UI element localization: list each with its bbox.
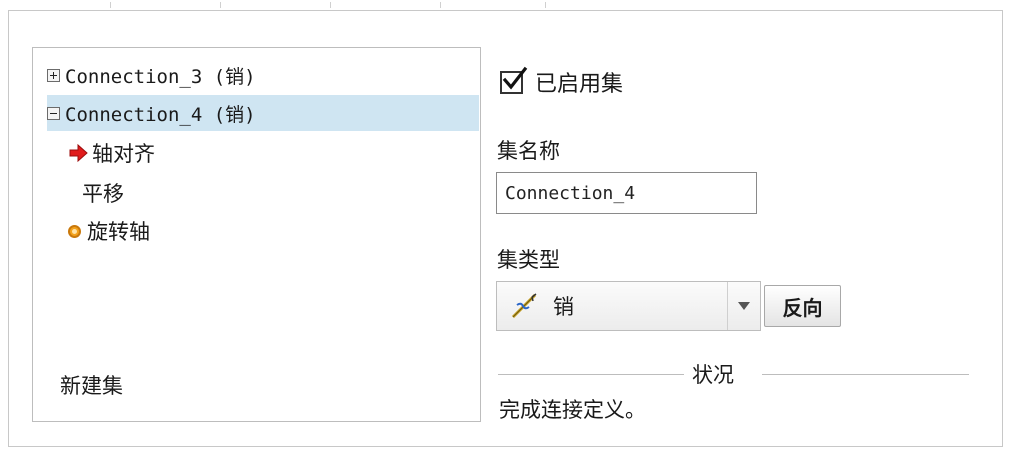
tree-child-translation[interactable]: 平移 bbox=[82, 175, 124, 211]
red-arrow-icon bbox=[69, 143, 88, 163]
status-divider-left bbox=[498, 374, 684, 375]
top-ruler bbox=[0, 0, 1026, 10]
set-type-dropdown[interactable]: 销 bbox=[496, 281, 761, 331]
tree-item-connection-4[interactable]: Connection_4 (销) bbox=[47, 95, 479, 131]
set-enabled-checkbox[interactable] bbox=[500, 66, 528, 94]
connection-set-tree[interactable]: Connection_3 (销) Connection_4 (销) 轴对齐 平移… bbox=[32, 47, 481, 422]
orange-dot-icon bbox=[68, 224, 81, 238]
expand-plus-icon[interactable] bbox=[47, 68, 60, 82]
set-name-label: 集名称 bbox=[497, 139, 560, 163]
tree-child-axis-align[interactable]: 轴对齐 bbox=[68, 135, 155, 171]
tree-child-label: 轴对齐 bbox=[92, 142, 155, 166]
status-title: 状况 bbox=[688, 359, 738, 389]
tree-item-label: Connection_3 (销) bbox=[65, 65, 256, 88]
flip-button[interactable]: 反向 bbox=[764, 285, 841, 327]
dropdown-arrow-button[interactable] bbox=[727, 282, 760, 330]
set-enabled-label: 已启用集 bbox=[535, 72, 624, 97]
tree-child-label: 旋转轴 bbox=[87, 220, 150, 244]
pin-connection-icon bbox=[511, 293, 537, 319]
tree-child-rotation-axis[interactable]: 旋转轴 bbox=[68, 213, 150, 249]
collapse-minus-icon[interactable] bbox=[47, 106, 60, 120]
set-enabled-checkbox-row[interactable]: 已启用集 bbox=[500, 66, 623, 98]
status-divider-right bbox=[762, 374, 969, 375]
set-type-label: 集类型 bbox=[497, 248, 560, 272]
checkmark-icon bbox=[502, 66, 528, 90]
chevron-down-icon bbox=[738, 302, 750, 310]
tree-item-connection-3[interactable]: Connection_3 (销) bbox=[47, 57, 256, 93]
set-type-value: 销 bbox=[553, 295, 574, 319]
tree-item-label: Connection_4 (销) bbox=[65, 103, 256, 126]
status-text: 完成连接定义。 bbox=[499, 398, 646, 422]
set-name-input[interactable] bbox=[496, 172, 757, 214]
new-set-link[interactable]: 新建集 bbox=[60, 370, 123, 400]
tree-child-label: 平移 bbox=[82, 182, 124, 206]
